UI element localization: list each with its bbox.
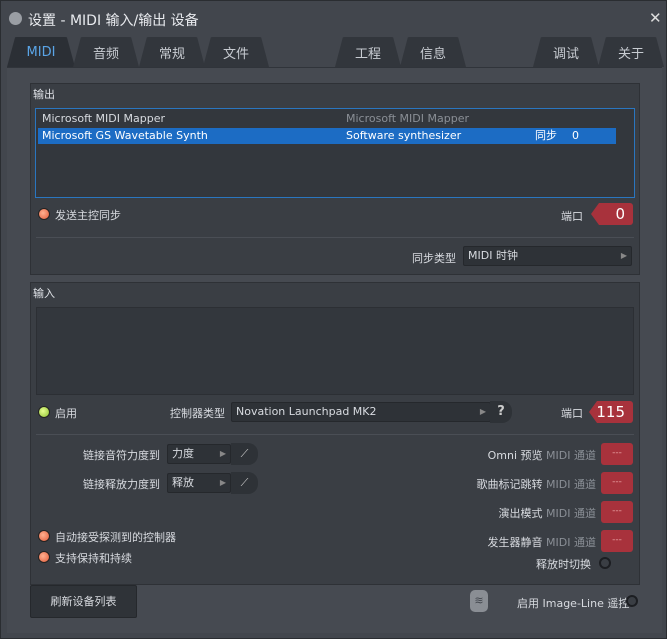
link-velocity-value: 力度 bbox=[172, 447, 194, 460]
sustain-radio[interactable] bbox=[38, 551, 50, 563]
tab-project[interactable]: 工程 bbox=[335, 37, 401, 67]
output-header: 输出 bbox=[33, 88, 55, 101]
auto-accept-radio[interactable] bbox=[38, 530, 50, 542]
sync-type-label: 同步类型 bbox=[412, 252, 456, 265]
toggle-on-release-label: 释放时切换 bbox=[536, 558, 591, 571]
output-device-list[interactable]: Microsoft MIDI Mapper Microsoft MIDI Map… bbox=[35, 108, 635, 198]
chevron-right-icon: ▶ bbox=[620, 251, 627, 260]
link-velocity-dropdown[interactable]: 力度 ▶ bbox=[167, 444, 231, 464]
remote-radio[interactable] bbox=[626, 595, 638, 607]
link-release-label: 链接释放力度到 bbox=[83, 478, 160, 491]
link-release-value: 释放 bbox=[172, 476, 194, 489]
divider bbox=[36, 434, 634, 435]
chevron-right-icon: ▶ bbox=[479, 407, 486, 416]
send-sync-radio[interactable] bbox=[38, 208, 50, 220]
device-desc: Microsoft MIDI Mapper bbox=[346, 112, 469, 125]
device-desc: Software synthesizer bbox=[346, 129, 462, 142]
controller-type-dropdown[interactable]: Novation Launchpad MK2 ▶ bbox=[231, 402, 491, 422]
tab-info[interactable]: 信息 bbox=[400, 37, 466, 67]
generator-mute-channel[interactable]: --- bbox=[601, 530, 633, 552]
link-velocity-label: 链接音符力度到 bbox=[83, 449, 160, 462]
link-icon: ⟋ bbox=[240, 447, 249, 460]
output-port-value[interactable]: 0 bbox=[591, 203, 633, 225]
midi-icon bbox=[9, 12, 22, 25]
auto-accept-label: 自动接受探测到的控制器 bbox=[55, 531, 176, 544]
link-release-button[interactable]: ⟋ bbox=[231, 472, 258, 494]
song-marker-label: 歌曲标记跳转 MIDI 通道 bbox=[476, 478, 596, 491]
help-button[interactable]: ? bbox=[490, 401, 512, 423]
tab-general[interactable]: 常规 bbox=[139, 37, 205, 67]
list-item[interactable]: Microsoft GS Wavetable Synth Software sy… bbox=[38, 128, 616, 144]
omni-preview-channel[interactable]: --- bbox=[601, 443, 633, 465]
device-name: Microsoft MIDI Mapper bbox=[42, 112, 165, 125]
input-device-list[interactable] bbox=[36, 307, 634, 395]
input-header: 输入 bbox=[33, 287, 55, 300]
device-name: Microsoft GS Wavetable Synth bbox=[42, 129, 208, 142]
tab-audio[interactable]: 音频 bbox=[73, 37, 139, 67]
input-port-value[interactable]: 115 bbox=[589, 401, 633, 423]
sync-type-value: MIDI 时钟 bbox=[468, 249, 518, 262]
send-sync-label: 发送主控同步 bbox=[55, 209, 121, 222]
input-port-label: 端口 bbox=[561, 407, 583, 420]
sync-type-dropdown[interactable]: MIDI 时钟 ▶ bbox=[463, 246, 632, 266]
device-port: 0 bbox=[572, 129, 579, 142]
divider bbox=[36, 237, 634, 238]
window-title: 设置 - MIDI 输入/输出 设备 bbox=[28, 13, 199, 29]
toggle-on-release-radio[interactable] bbox=[599, 557, 611, 569]
controller-type-label: 控制器类型 bbox=[170, 407, 225, 420]
wifi-icon: ≋ bbox=[470, 590, 488, 612]
link-velocity-button[interactable]: ⟋ bbox=[231, 443, 258, 465]
tab-debug[interactable]: 调试 bbox=[533, 37, 599, 67]
tab-midi[interactable]: MIDI bbox=[7, 37, 75, 67]
omni-preview-label: Omni 预览 MIDI 通道 bbox=[487, 449, 596, 462]
performance-mode-channel[interactable]: --- bbox=[601, 501, 633, 523]
enable-label: 启用 bbox=[55, 407, 77, 420]
device-sync: 同步 bbox=[535, 129, 557, 142]
refresh-device-list-button[interactable]: 刷新设备列表 bbox=[30, 585, 137, 618]
chevron-right-icon: ▶ bbox=[219, 449, 226, 458]
song-marker-channel[interactable]: --- bbox=[601, 472, 633, 494]
controller-type-value: Novation Launchpad MK2 bbox=[236, 405, 377, 418]
remote-label: 启用 Image-Line 遥控 bbox=[517, 597, 630, 610]
settings-window: 设置 - MIDI 输入/输出 设备 ✕ MIDI 音频 常规 文件 工程 信息… bbox=[0, 0, 667, 639]
performance-mode-label: 演出模式 MIDI 通道 bbox=[498, 507, 596, 520]
generator-mute-label: 发生器静音 MIDI 通道 bbox=[487, 536, 596, 549]
link-release-dropdown[interactable]: 释放 ▶ bbox=[167, 473, 231, 493]
close-icon[interactable]: ✕ bbox=[649, 9, 662, 27]
list-item[interactable]: Microsoft MIDI Mapper Microsoft MIDI Map… bbox=[38, 111, 616, 127]
tab-about[interactable]: 关于 bbox=[598, 37, 664, 67]
sustain-label: 支持保持和持续 bbox=[55, 552, 132, 565]
link-icon: ⟋ bbox=[240, 476, 249, 489]
tab-file[interactable]: 文件 bbox=[203, 37, 269, 67]
enable-radio[interactable] bbox=[38, 406, 50, 418]
chevron-right-icon: ▶ bbox=[219, 478, 226, 487]
output-port-label: 端口 bbox=[561, 210, 583, 223]
